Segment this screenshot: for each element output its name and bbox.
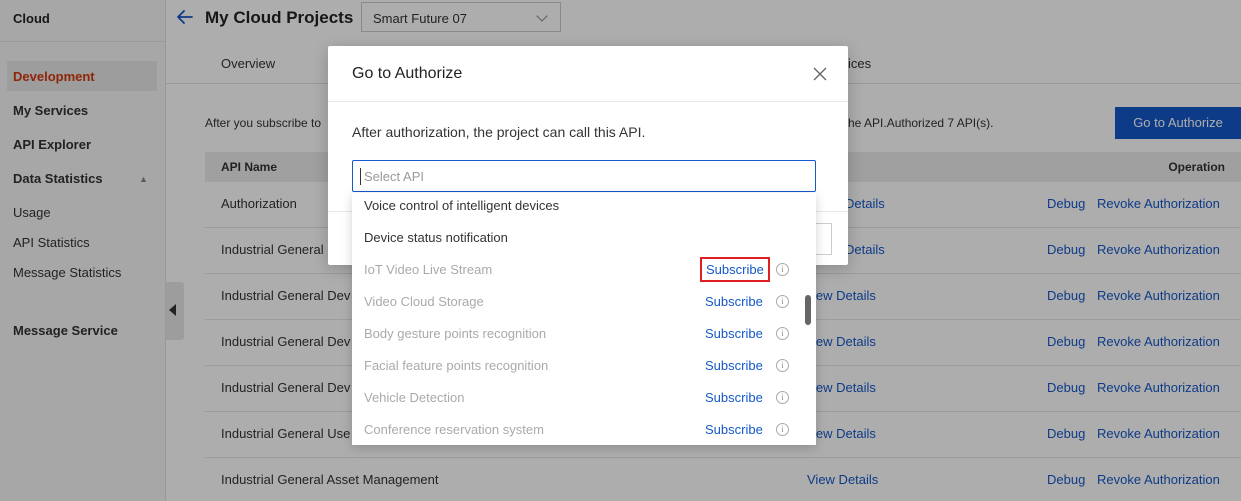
close-icon[interactable]: [811, 65, 829, 83]
subscribe-link[interactable]: Subscribe: [705, 326, 763, 341]
api-option-label: Voice control of intelligent devices: [364, 198, 560, 213]
text-cursor: [360, 168, 361, 185]
api-option: Facial feature points recognition Subscri…: [352, 350, 802, 382]
subscribe-link[interactable]: Subscribe: [705, 390, 763, 405]
subscribe-link[interactable]: Subscribe: [705, 358, 763, 373]
api-option-label: Video Cloud Storage: [364, 294, 484, 309]
api-option: Body gesture points recognition Subscribe…: [352, 318, 802, 350]
api-option[interactable]: Voice control of intelligent devices: [352, 193, 802, 222]
api-option: Conference reservation system Subscribe i: [352, 414, 802, 445]
api-dropdown-list[interactable]: Voice control of intelligent devices Devi…: [352, 193, 816, 445]
info-icon[interactable]: i: [776, 423, 789, 436]
dialog-footer-button[interactable]: [814, 223, 832, 255]
api-select-input[interactable]: Select API: [352, 160, 816, 192]
info-icon[interactable]: i: [776, 295, 789, 308]
api-option-label: Conference reservation system: [364, 422, 544, 437]
api-option[interactable]: Device status notification: [352, 222, 802, 254]
subscribe-link[interactable]: Subscribe: [705, 294, 763, 309]
api-option-label: Body gesture points recognition: [364, 326, 547, 341]
api-option: IoT Video Live Stream Subscribe i: [352, 254, 802, 286]
api-option-label: Facial feature points recognition: [364, 358, 549, 373]
api-option-label: Vehicle Detection: [364, 390, 465, 405]
dialog-title: Go to Authorize: [352, 65, 463, 82]
api-select-placeholder: Select API: [364, 169, 424, 184]
api-option: Video Cloud Storage Subscribe i: [352, 286, 802, 318]
api-option: Vehicle Detection Subscribe i: [352, 382, 802, 414]
info-icon[interactable]: i: [776, 263, 789, 276]
subscribe-link[interactable]: Subscribe: [700, 257, 770, 282]
api-option-label: Device status notification: [364, 230, 508, 245]
dropdown-scrollbar[interactable]: [805, 295, 811, 325]
info-icon[interactable]: i: [776, 359, 789, 372]
dialog-divider: [328, 101, 848, 102]
info-icon[interactable]: i: [776, 391, 789, 404]
info-icon[interactable]: i: [776, 327, 789, 340]
api-option-label: IoT Video Live Stream: [364, 262, 493, 277]
subscribe-link[interactable]: Subscribe: [705, 422, 763, 437]
dialog-description: After authorization, the project can cal…: [352, 124, 646, 140]
